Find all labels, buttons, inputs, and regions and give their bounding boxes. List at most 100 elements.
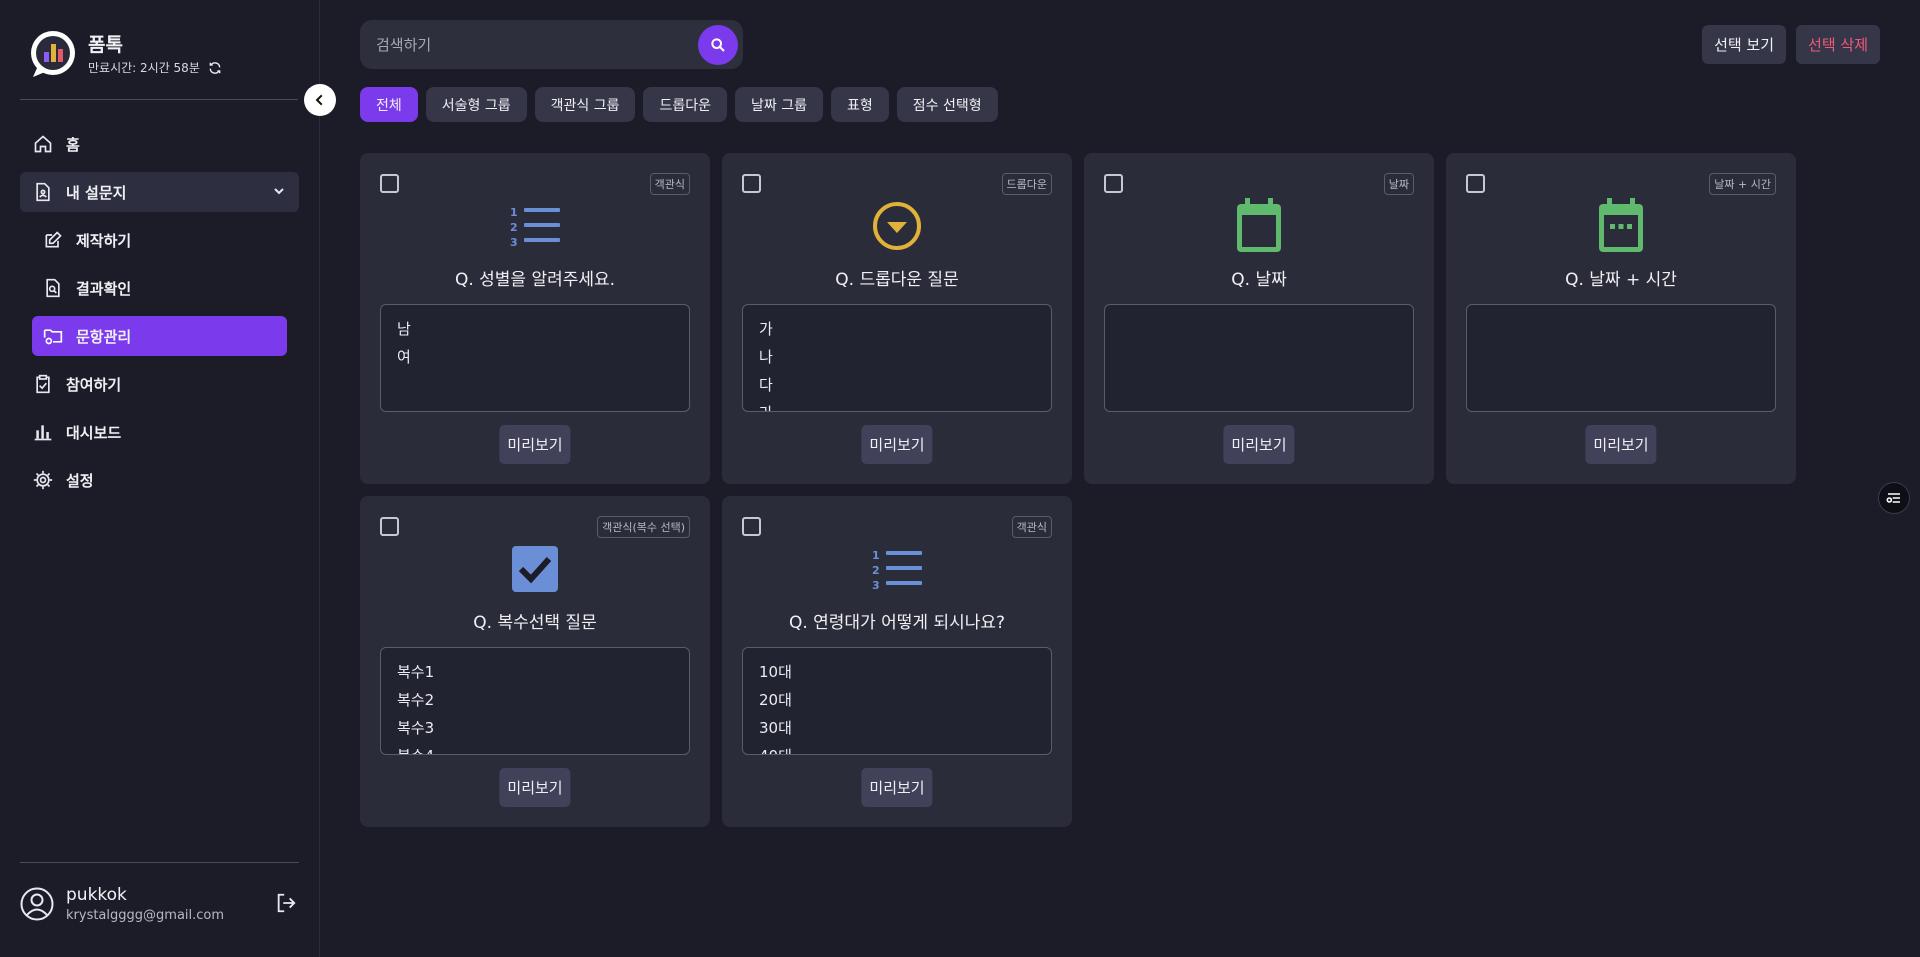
select-checkbox[interactable] <box>742 517 761 536</box>
calendar-icon <box>1084 198 1434 253</box>
search-bar <box>360 20 743 69</box>
search-input[interactable] <box>376 35 698 54</box>
sidebar-item-label: 설정 <box>66 471 94 490</box>
option-item: 나 <box>759 348 773 366</box>
sidebar-divider <box>20 99 298 100</box>
refresh-icon[interactable] <box>208 61 222 75</box>
search-button[interactable] <box>698 24 738 65</box>
option-item: 40대 <box>759 742 1035 754</box>
document-search-icon <box>42 277 64 299</box>
question-card[interactable]: 객관식 1 2 3 Q. 연령대가 어떻게 되시나요? 10대 20대 30대 … <box>722 496 1072 827</box>
preview-button[interactable]: 미리보기 <box>499 425 571 464</box>
sidebar-item-results[interactable]: 결과확인 <box>32 268 287 308</box>
svg-text:1: 1 <box>872 549 880 562</box>
brand-name: 폼톡 <box>88 34 123 56</box>
chevron-down-icon <box>273 183 285 201</box>
preview-button[interactable]: 미리보기 <box>861 425 933 464</box>
clipboard-check-icon <box>32 373 54 395</box>
chevron-left-icon <box>315 94 323 106</box>
sidebar-item-label: 홈 <box>66 135 80 154</box>
numbered-list-icon: 1 2 3 <box>722 542 1072 596</box>
preview-button[interactable]: 미리보기 <box>861 768 933 807</box>
my-surveys-submenu: 제작하기 결과확인 문항관리 <box>32 220 287 356</box>
question-type-tag: 객관식 <box>1011 516 1052 538</box>
svg-text:2: 2 <box>872 564 880 577</box>
sidebar-item-questions[interactable]: 문항관리 <box>32 316 287 356</box>
option-item: 20대 <box>759 691 792 709</box>
folder-settings-icon <box>42 325 64 347</box>
select-checkbox[interactable] <box>1104 174 1123 193</box>
sidebar-item-my-surveys[interactable]: 내 설문지 <box>20 172 299 212</box>
sidebar-item-label: 참여하기 <box>66 375 122 394</box>
question-type-tag: 날짜 + 시간 <box>1709 173 1776 195</box>
logo <box>29 30 78 79</box>
dropdown-circle-icon <box>722 199 1072 253</box>
filter-chip-score[interactable]: 점수 선택형 <box>896 87 998 122</box>
option-item: 여 <box>397 348 411 366</box>
user-name: pukkok <box>66 885 127 905</box>
expire-time: 만료시간: 2시간 58분 <box>88 59 222 76</box>
filter-chip-table[interactable]: 표형 <box>831 87 889 122</box>
filter-chips: 전체 서술형 그룹 객관식 그룹 드롭다운 날짜 그룹 표형 점수 선택형 <box>360 87 998 122</box>
question-type-tag: 날짜 <box>1383 173 1414 195</box>
preview-button[interactable]: 미리보기 <box>1585 425 1657 464</box>
logout-icon[interactable] <box>275 892 299 916</box>
option-list: 10대 20대 30대 40대 <box>742 647 1052 755</box>
numbered-list-icon: 1 2 3 <box>360 199 710 253</box>
filter-chip-choice-group[interactable]: 객관식 그룹 <box>534 87 636 122</box>
filter-chip-text-group[interactable]: 서술형 그룹 <box>425 87 527 122</box>
select-checkbox[interactable] <box>742 174 761 193</box>
collapse-sidebar-button[interactable] <box>304 84 336 116</box>
svg-text:1: 1 <box>510 206 518 219</box>
option-item: 다 <box>759 376 773 394</box>
sidebar-nav: 홈 내 설문지 제작하기 결과확인 문항관리 참여하기 대시보드 설정 <box>20 124 299 508</box>
svg-text:2: 2 <box>510 221 518 234</box>
preview-button[interactable]: 미리보기 <box>1223 425 1295 464</box>
question-title: Q. 연령대가 어떻게 되시나요? <box>788 613 1006 633</box>
sidebar-item-settings[interactable]: 설정 <box>20 460 299 500</box>
delete-selected-button[interactable]: 선택 삭제 <box>1796 25 1880 64</box>
sidebar-item-label: 제작하기 <box>76 231 132 250</box>
question-card[interactable]: 드롭다운 Q. 드롭다운 질문 가 나 다 라 미리보기 <box>722 153 1072 484</box>
sidebar-item-participate[interactable]: 참여하기 <box>20 364 299 404</box>
avatar[interactable] <box>20 887 54 921</box>
question-card[interactable]: 날짜 + 시간 Q. 날짜 + 시간 미리보기 <box>1446 153 1796 484</box>
option-item: 라 <box>759 399 1035 411</box>
select-checkbox[interactable] <box>380 517 399 536</box>
option-item: 복수3 <box>397 719 435 737</box>
sidebar-item-home[interactable]: 홈 <box>20 124 299 164</box>
question-type-tag: 객관식 <box>649 173 690 195</box>
sidebar: 폼톡 만료시간: 2시간 58분 홈 내 설문지 제작하기 결과확인 문항관리 … <box>0 0 336 957</box>
sliders-icon <box>1886 493 1900 503</box>
question-title: Q. 날짜 + 시간 <box>1565 270 1677 290</box>
filter-chip-all[interactable]: 전체 <box>360 87 418 122</box>
question-type-tag: 드롭다운 <box>1001 173 1052 195</box>
sidebar-item-create[interactable]: 제작하기 <box>32 220 287 260</box>
question-card[interactable]: 날짜 Q. 날짜 미리보기 <box>1084 153 1434 484</box>
select-checkbox[interactable] <box>1466 174 1485 193</box>
filter-settings-button[interactable] <box>1878 482 1910 514</box>
select-checkbox[interactable] <box>380 174 399 193</box>
user-profile: pukkok krystalgggg@gmail.com <box>20 862 299 923</box>
question-grid: 객관식 1 2 3 Q. 성별을 알려주세요. 남 여 미리보기 드롭다운 Q.… <box>360 153 1796 827</box>
gear-icon <box>32 469 54 491</box>
question-type-tag: 객관식(복수 선택) <box>597 516 690 538</box>
filter-chip-date-group[interactable]: 날짜 그룹 <box>735 87 823 122</box>
document-icon <box>32 181 54 203</box>
question-card[interactable]: 객관식 1 2 3 Q. 성별을 알려주세요. 남 여 미리보기 <box>360 153 710 484</box>
option-item: 10대 <box>759 663 792 681</box>
option-item: 복수4 <box>397 742 673 754</box>
question-card[interactable]: 객관식(복수 선택) Q. 복수선택 질문 복수1 복수2 복수3 복수4 미리… <box>360 496 710 827</box>
sidebar-item-label: 대시보드 <box>66 423 122 442</box>
calendar-dots-icon <box>1446 198 1796 253</box>
preview-button[interactable]: 미리보기 <box>499 768 571 807</box>
view-selected-button[interactable]: 선택 보기 <box>1702 25 1787 64</box>
option-item: 복수2 <box>397 691 435 709</box>
filter-chip-dropdown[interactable]: 드롭다운 <box>643 87 728 122</box>
option-item: 남 <box>397 320 411 338</box>
sidebar-item-dashboard[interactable]: 대시보드 <box>20 412 299 452</box>
brand[interactable]: 폼톡 만료시간: 2시간 58분 <box>29 30 222 79</box>
option-item: 가 <box>759 320 773 338</box>
option-list: 가 나 다 라 <box>742 304 1052 412</box>
svg-text:3: 3 <box>872 579 880 591</box>
